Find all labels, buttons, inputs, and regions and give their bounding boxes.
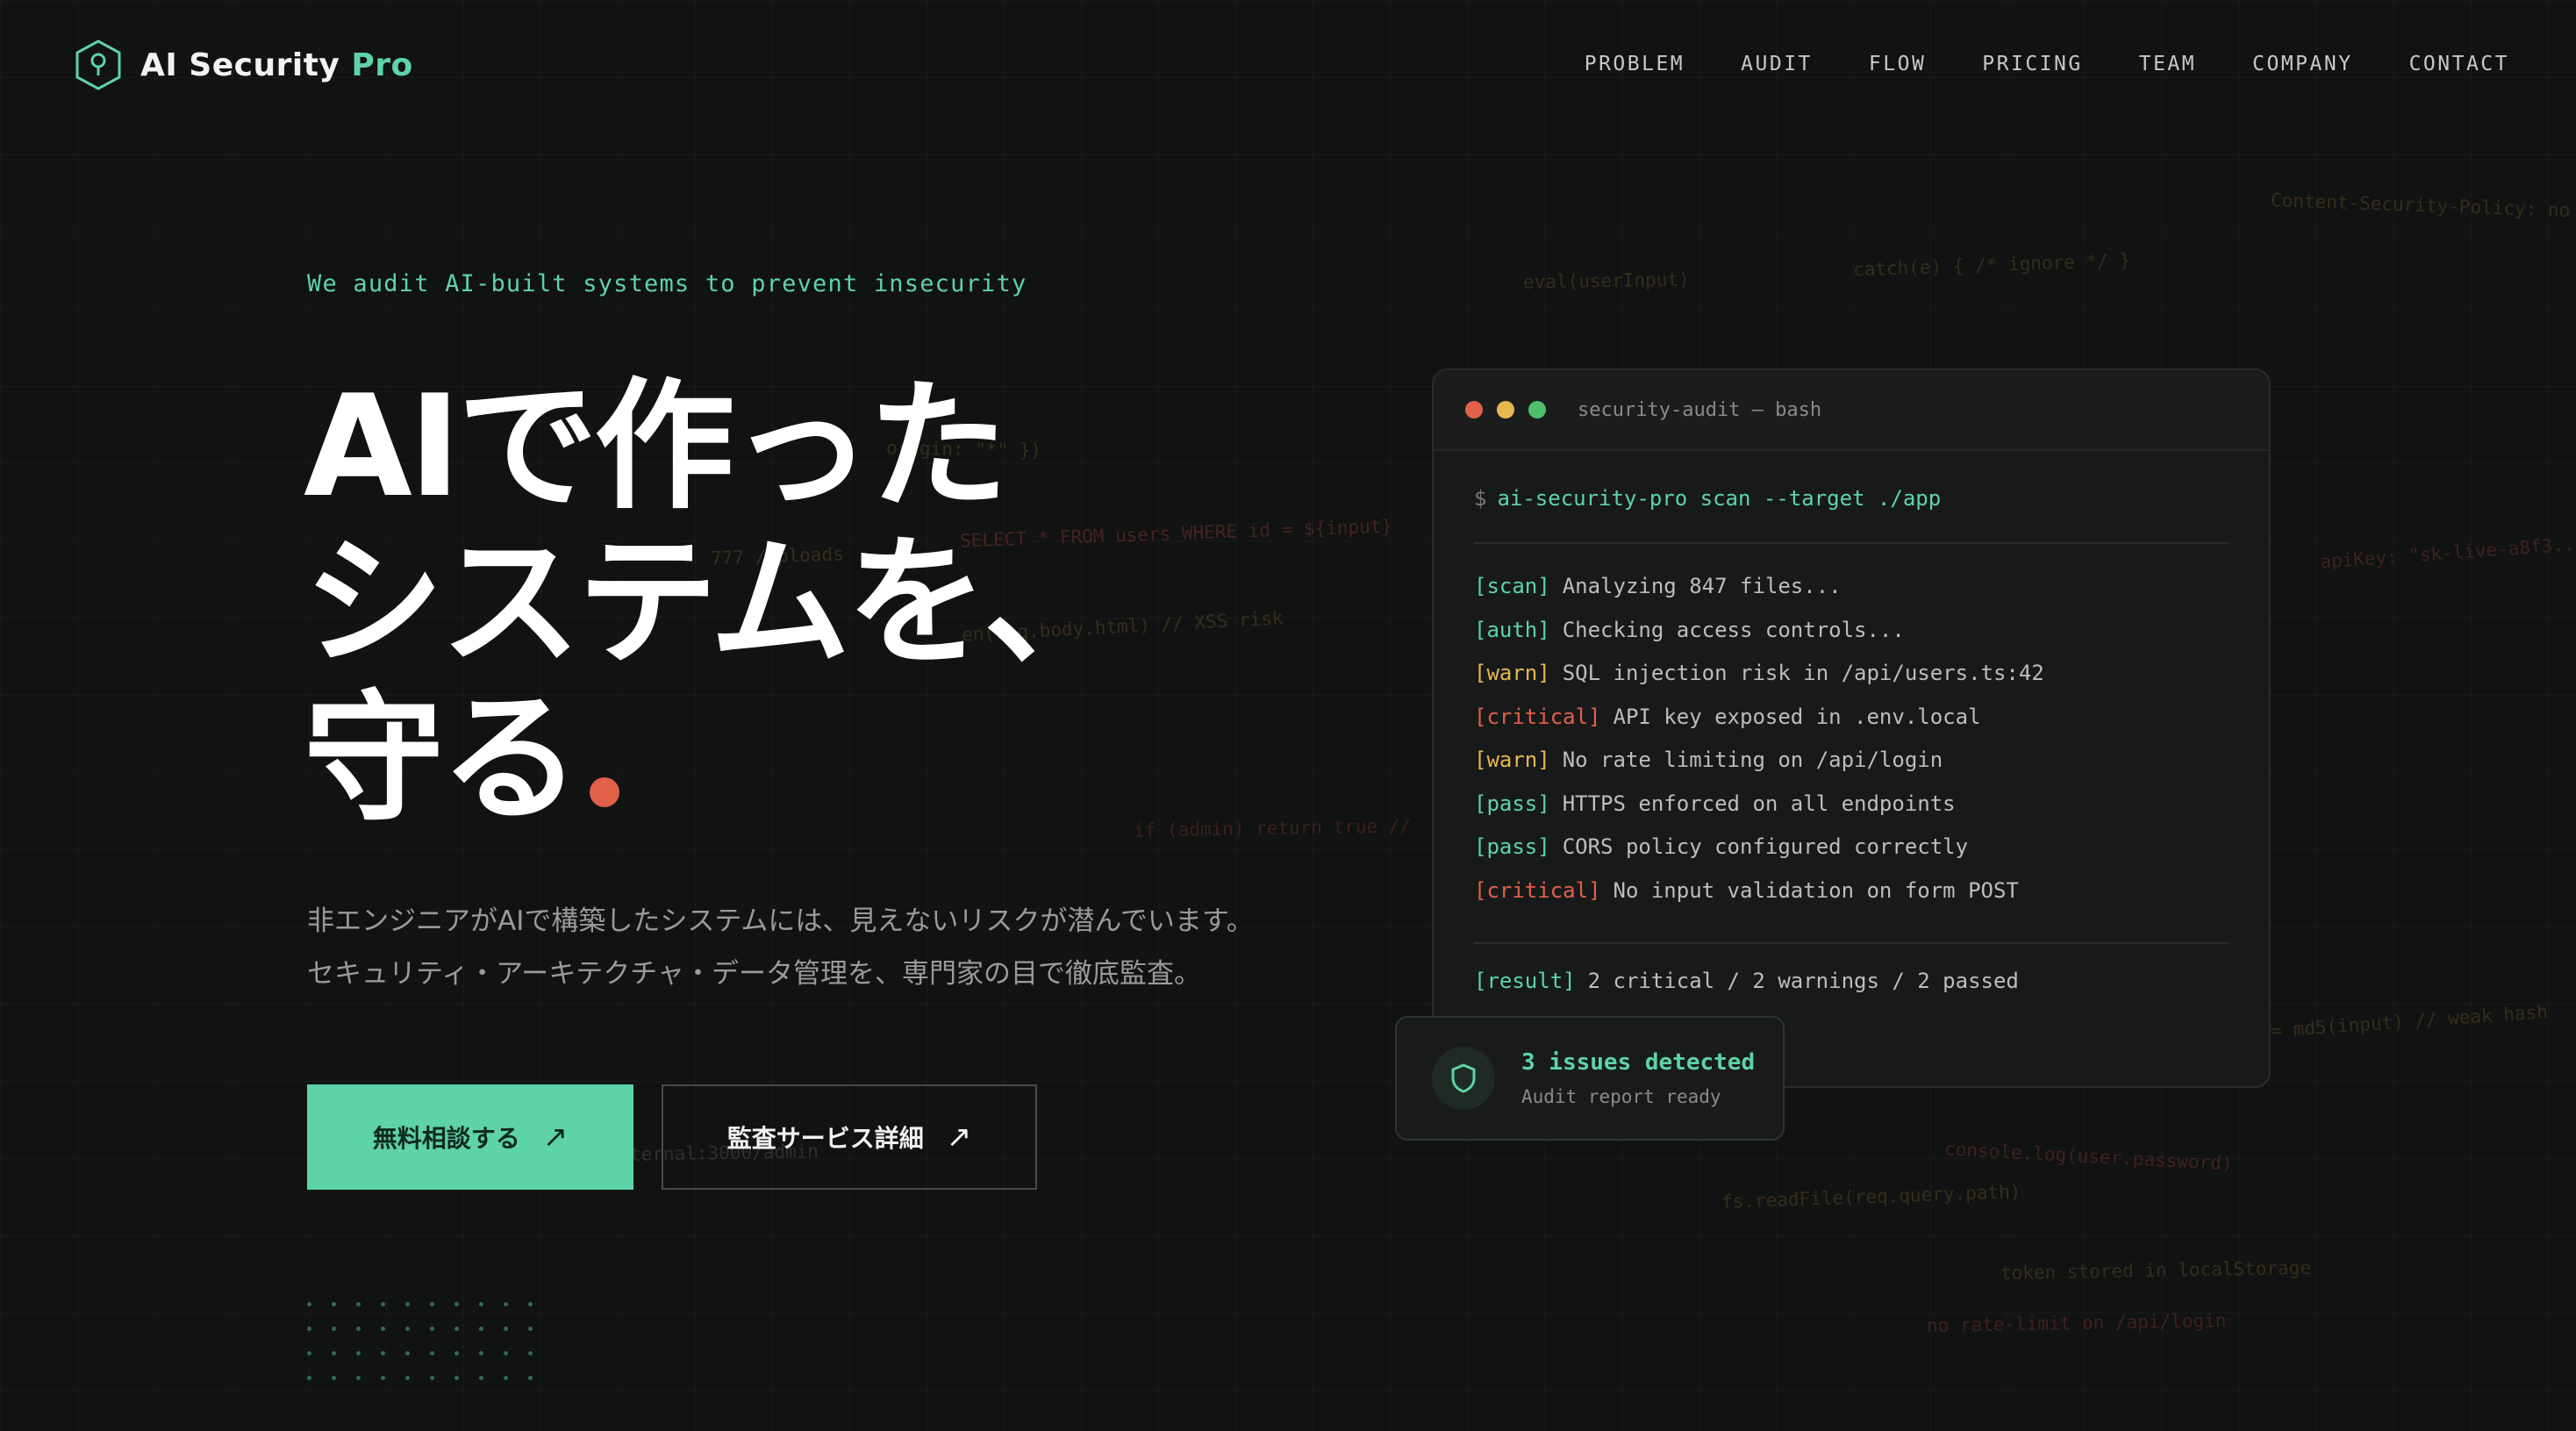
- grid-dot: [504, 1376, 508, 1380]
- grid-dot: [405, 1327, 410, 1331]
- grid-dot: [430, 1376, 434, 1380]
- grid-dot: [479, 1376, 483, 1380]
- grid-dot: [504, 1327, 508, 1331]
- grid-dot: [405, 1376, 410, 1380]
- grid-dot: [332, 1351, 336, 1356]
- headline-line-2: システムを、: [304, 520, 1124, 684]
- badge-subtitle: Audit report ready: [1521, 1086, 1721, 1107]
- grid-dot: [430, 1302, 434, 1306]
- grid-dot: [356, 1351, 361, 1356]
- code-snippet: eval(userInput): [1522, 268, 1690, 293]
- grid-dot: [454, 1327, 459, 1331]
- grid-dot: [504, 1302, 508, 1306]
- grid-dot: [356, 1376, 361, 1380]
- terminal-line: [warn] SQL injection risk in /api/users.t…: [1474, 661, 2044, 685]
- subtitle-line-2: セキュリティ・アーキテクチャ・データ管理を、専門家の目で徹底監査。: [307, 958, 1201, 990]
- terminal-divider: [1474, 542, 2229, 544]
- code-snippet: if (admin) return true //: [1133, 815, 1412, 841]
- code-snippet: no rate-limit on /api/login: [1926, 1310, 2227, 1336]
- nav-pricing[interactable]: PRICING: [1982, 53, 2082, 75]
- grid-dot: [381, 1376, 385, 1380]
- code-snippet: Content-Security-Policy: no: [2270, 190, 2571, 221]
- close-dot-icon: [1465, 401, 1483, 419]
- grid-dot: [307, 1376, 311, 1380]
- grid-dot: [454, 1302, 459, 1306]
- terminal-line: [pass] HTTPS enforced on all endpoints: [1474, 791, 1956, 816]
- grid-dot: [479, 1302, 483, 1306]
- terminal-title: security-audit — bash: [1578, 398, 1822, 421]
- badge-title: 3 issues detected: [1521, 1049, 1756, 1076]
- code-snippet: catch(e) { /* ignore */ }: [1852, 249, 2131, 281]
- terminal-line: [critical] No input validation on form PO…: [1474, 877, 2019, 903]
- grid-dot: [307, 1351, 311, 1356]
- terminal-line: [warn] No rate limiting on /api/login: [1474, 748, 1943, 772]
- nav-team[interactable]: TEAM: [2139, 53, 2196, 75]
- terminal-window: security-audit — bash $ ai-security-pro s…: [1432, 368, 2271, 1088]
- grid-dot: [504, 1351, 508, 1356]
- grid-dot: [479, 1327, 483, 1331]
- grid-dot: [430, 1351, 434, 1356]
- grid-dot: [528, 1302, 533, 1306]
- nav-contact[interactable]: CONTACT: [2409, 53, 2509, 75]
- free-consultation-button[interactable]: 無料相談する ↗: [307, 1084, 633, 1190]
- issues-badge: 3 issues detected Audit report ready: [1395, 1016, 1785, 1141]
- decorative-dot-grid: [307, 1302, 553, 1400]
- terminal-line: [scan] Analyzing 847 files...: [1474, 574, 1842, 598]
- audit-service-details-button[interactable]: 監査サービス詳細 ↗: [662, 1084, 1037, 1190]
- grid-dot: [528, 1376, 533, 1380]
- terminal-title-bar: security-audit — bash: [1434, 370, 2269, 451]
- site-header: AI Security Pro PROBLEM AUDIT FLOW PRICI…: [0, 0, 2576, 132]
- code-snippet: token stored in localStorage: [2000, 1256, 2312, 1284]
- grid-dot: [381, 1302, 385, 1306]
- hexagon-key-icon: [75, 39, 121, 90]
- grid-dot: [381, 1351, 385, 1356]
- main-nav: PROBLEM AUDIT FLOW PRICING TEAM COMPANY …: [1585, 53, 2509, 75]
- brand-name: AI Security Pro: [140, 47, 413, 83]
- terminal-command: $ ai-security-pro scan --target ./app: [1474, 486, 1942, 511]
- headline-line-3: 守る: [304, 681, 1120, 837]
- terminal-line: [pass] CORS policy configured correctly: [1474, 834, 1969, 859]
- grid-dot: [405, 1351, 410, 1356]
- grid-dot: [381, 1327, 385, 1331]
- grid-dot: [454, 1351, 459, 1356]
- grid-dot: [430, 1327, 434, 1331]
- hero-subtitle: 非エンジニアがAIで構築したシステムには、見えないリスクが潜んでいます。 セキュ…: [307, 895, 1254, 1000]
- shield-icon: [1432, 1047, 1495, 1110]
- brand-logo[interactable]: AI Security Pro: [74, 39, 413, 91]
- grid-dot: [332, 1302, 336, 1306]
- grid-dot: [356, 1327, 361, 1331]
- grid-dot: [356, 1302, 361, 1306]
- headline-line-1: AIで作った: [304, 364, 1008, 528]
- accent-dot: [590, 777, 620, 807]
- grid-dot: [528, 1327, 533, 1331]
- maximize-dot-icon: [1528, 401, 1546, 419]
- grid-dot: [405, 1302, 410, 1306]
- nav-problem[interactable]: PROBLEM: [1585, 53, 1685, 75]
- code-snippet: = md5(input) // weak hash: [2270, 1001, 2549, 1041]
- code-snippet: fs.readFile(req.query.path): [1721, 1181, 2021, 1213]
- grid-dot: [332, 1327, 336, 1331]
- subtitle-line-1: 非エンジニアがAIで構築したシステムには、見えないリスクが潜んでいます。: [307, 905, 1254, 937]
- nav-flow[interactable]: FLOW: [1869, 53, 1926, 75]
- terminal-body: $ ai-security-pro scan --target ./app [sc…: [1434, 451, 2269, 1012]
- terminal-line: [critical] API key exposed in .env.local: [1474, 704, 1981, 729]
- nav-company[interactable]: COMPANY: [2252, 53, 2352, 75]
- grid-dot: [332, 1376, 336, 1380]
- grid-dot: [479, 1351, 483, 1356]
- minimize-dot-icon: [1497, 401, 1514, 419]
- grid-dot: [307, 1327, 311, 1331]
- code-snippet: console.log(user.password): [1943, 1138, 2234, 1175]
- terminal-line: [auth] Checking access controls...: [1474, 617, 1905, 642]
- code-snippet: apiKey: "sk-live-a8f3...: [2319, 533, 2576, 573]
- arrow-up-right-icon: ↗: [946, 1120, 972, 1155]
- hero-headline: AIで作った システムを、 守る: [304, 364, 1124, 837]
- terminal-divider: [1474, 942, 2229, 944]
- terminal-result: [result] 2 critical / 2 warnings / 2 pass…: [1474, 969, 2019, 993]
- grid-dot: [307, 1302, 311, 1306]
- grid-dot: [454, 1376, 459, 1380]
- grid-dot: [528, 1351, 533, 1356]
- hero-eyebrow: We audit AI-built systems to prevent ins…: [307, 270, 1027, 297]
- nav-audit[interactable]: AUDIT: [1741, 53, 1813, 75]
- arrow-up-right-icon: ↗: [542, 1120, 569, 1155]
